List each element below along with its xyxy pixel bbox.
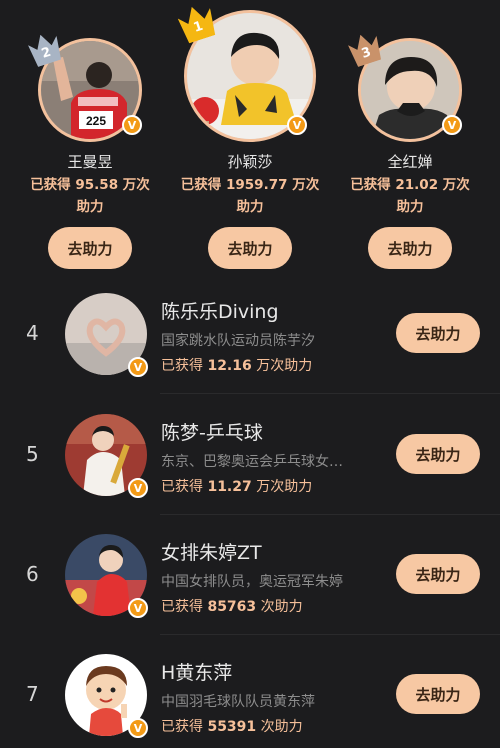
- verified-badge-icon: V: [128, 598, 148, 618]
- athlete-description: 国家跳水队运动员陈芋汐: [161, 333, 315, 349]
- support-count: 已获得 12.16 万次助力: [161, 358, 313, 374]
- support-count: 已获得 55391 次助力: [161, 719, 303, 735]
- support-count: 已获得 95.58 万次 助力: [30, 177, 150, 215]
- list-item[interactable]: 7 V H黄东萍 中国羽毛球队队员黄东萍 已获得 55391 次助力 去助力: [0, 634, 500, 748]
- athlete-name: 女排朱婷ZT: [161, 542, 262, 564]
- list-item[interactable]: 6 V 女排朱婷ZT 中国女排队员，奥运冠军朱婷 已获得 85763 次助力 去…: [0, 514, 500, 634]
- athlete-name: H黄东萍: [161, 662, 233, 684]
- support-button[interactable]: 去助力: [396, 434, 480, 474]
- support-count: 已获得 11.27 万次助力: [161, 479, 313, 495]
- top-three-podium: 225 2 V 王曼昱 已获得 95.58 万次 助力 去助力 1 V 孙颖莎 …: [0, 0, 500, 282]
- support-count: 已获得 1959.77 万次 助力: [180, 177, 320, 215]
- support-count: 已获得 21.02 万次 助力: [350, 177, 470, 215]
- athlete-description: 中国女排队员，奥运冠军朱婷: [161, 574, 343, 590]
- rank-number: 4: [26, 321, 39, 345]
- athlete-name: 孙颖莎: [227, 153, 273, 171]
- verified-badge-icon: V: [122, 115, 142, 135]
- support-button[interactable]: 去助力: [208, 227, 292, 269]
- support-button[interactable]: 去助力: [48, 227, 132, 269]
- athlete-name: 全红婵: [387, 153, 433, 171]
- verified-badge-icon: V: [128, 478, 148, 498]
- verified-badge-icon: V: [128, 357, 148, 377]
- athlete-description: 中国羽毛球队队员黄东萍: [161, 694, 315, 710]
- rank-number: 6: [26, 562, 39, 586]
- list-item[interactable]: 5 V 陈梦-乒乓球 东京、巴黎奥运会乒乓球女… 已获得 11.27 万次助力 …: [0, 394, 500, 514]
- support-button[interactable]: 去助力: [396, 554, 480, 594]
- rank-number: 7: [26, 682, 39, 706]
- verified-badge-icon: V: [287, 115, 307, 135]
- support-button[interactable]: 去助力: [368, 227, 452, 269]
- athlete-name: 陈乐乐Diving: [161, 301, 279, 323]
- athlete-name: 王曼昱: [67, 153, 113, 171]
- support-count: 已获得 85763 次助力: [161, 599, 303, 615]
- verified-badge-icon: V: [128, 718, 148, 738]
- athlete-name: 陈梦-乒乓球: [161, 422, 263, 444]
- list-item[interactable]: 4 V 陈乐乐Diving 国家跳水队运动员陈芋汐 已获得 12.16 万次助力…: [0, 273, 500, 393]
- rank-number: 5: [26, 442, 39, 466]
- support-button[interactable]: 去助力: [396, 674, 480, 714]
- athlete-description: 东京、巴黎奥运会乒乓球女…: [161, 454, 343, 470]
- verified-badge-icon: V: [442, 115, 462, 135]
- support-button[interactable]: 去助力: [396, 313, 480, 353]
- jersey-number: 225: [86, 114, 106, 128]
